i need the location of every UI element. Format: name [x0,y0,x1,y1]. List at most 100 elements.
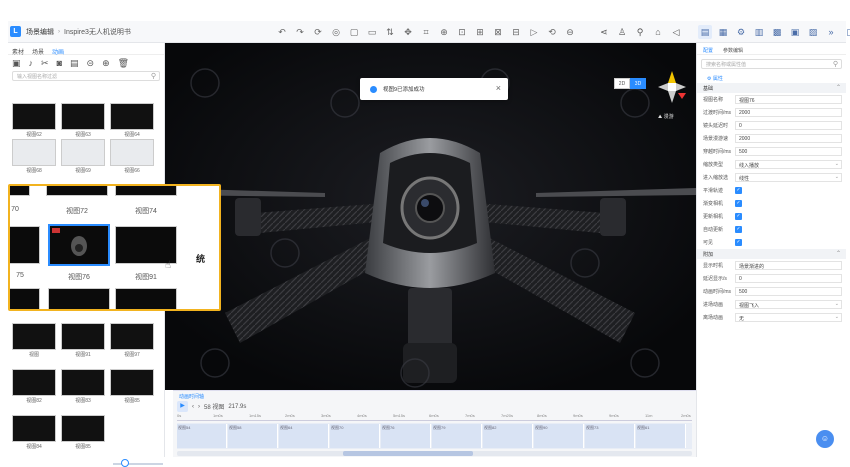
property-value-field[interactable]: 0 [735,121,842,130]
timeline-clip[interactable]: 视图73 [585,424,635,448]
left-action-icon[interactable]: ▣ [12,58,21,69]
timeline-clip[interactable]: 视图61 [636,424,686,448]
property-value-field[interactable]: 线入播放 ⌄ [735,160,842,169]
close-icon[interactable]: × [496,83,501,93]
play-button[interactable]: ▶ [177,401,188,412]
view-thumbnail[interactable] [61,323,105,350]
toolbar-icon[interactable]: ⚙ [734,25,748,39]
timeline-clip[interactable]: 视图54 [177,424,227,448]
toolbar-icon[interactable]: ▢ [348,26,360,38]
property-value-field[interactable]: 500 [735,287,842,296]
walk-mode-button[interactable]: ⛰ 漫游 [658,113,674,120]
right-tab-0[interactable]: 配置 [703,47,713,54]
toolbar-icon[interactable]: ⋖ [598,26,610,38]
property-value-field[interactable]: 500 [735,147,842,156]
toolbar-icon[interactable]: ▭ [366,26,378,38]
property-value-field[interactable]: 2000 [735,134,842,143]
toolbar-icon[interactable]: ⟲ [546,26,558,38]
toolbar-icon[interactable]: ⚲ [634,26,646,38]
chevron-down-icon[interactable]: ⌄ [835,314,839,320]
toolbar-icon[interactable]: ⊟ [510,26,522,38]
toolbar-icon[interactable]: ⇅ [384,26,396,38]
view-thumbnail[interactable] [12,369,56,396]
orientation-gizmo-icon[interactable] [654,69,690,113]
checkbox-checked[interactable]: ✓ [735,213,742,220]
property-value-field[interactable]: 场景渐进的 [735,261,842,270]
toolbar-icon[interactable]: ♙ [616,26,628,38]
toolbar-icon[interactable]: ↷ [294,26,306,38]
search-icon[interactable]: ⚲ [151,72,156,80]
left-action-icon[interactable]: ▤ [70,58,79,69]
view-thumbnail[interactable] [110,323,154,350]
toolbar-icon[interactable]: ◁ [670,26,682,38]
toolbar-icon[interactable]: ⊡ [456,26,468,38]
toolbar-icon[interactable]: ↶ [276,26,288,38]
checkbox-checked[interactable]: ✓ [735,187,742,194]
toolbar-icon[interactable]: ⊞ [474,26,486,38]
view-thumbnail[interactable] [12,415,56,442]
property-value-field[interactable]: 视图飞入 ⌄ [735,300,842,309]
toolbar-icon[interactable]: ▥ [752,25,766,39]
document-title[interactable]: Inspire3无人机说明书 [64,27,131,37]
tab-1[interactable]: 场景 [32,47,44,56]
timeline-track[interactable]: 视图54 视图58 视图64 视图70 视图76 视图79 视图82 视图90 视图73 视图61 [177,423,692,449]
left-action-icon[interactable]: ⊕ [102,58,110,69]
checkbox-checked[interactable]: ✓ [735,200,742,207]
checkbox-checked[interactable]: ✓ [735,226,742,233]
view-thumbnail[interactable] [12,139,56,166]
timeline-tab[interactable]: 动画时间轴 [179,393,204,400]
timeline-ruler[interactable]: 0s 1m0s 1m15s 2m0s 3m0s 4m0s 5m15s 6m0s 7m0s 7m20… [177,413,692,421]
chevron-up-icon[interactable]: ⌃ [836,84,841,91]
slider-handle[interactable] [121,459,129,467]
view-thumbnail[interactable] [12,323,56,350]
view-button-0[interactable]: 2D [614,78,630,89]
right-tab-1[interactable]: 参数编辑 [723,47,743,54]
view-thumbnail[interactable] [61,369,105,396]
help-chat-icon[interactable]: ☺ [816,430,834,448]
timeline-clip[interactable]: 视图76 [381,424,431,448]
timeline-clip[interactable]: 视图82 [483,424,533,448]
timeline-scroll-thumb[interactable] [343,451,473,456]
toolbar-icon[interactable]: ⊕ [438,26,450,38]
toolbar-icon[interactable]: ▣ [788,25,802,39]
left-action-icon[interactable]: 🗑 [118,58,129,69]
toolbar-icon[interactable]: ⌗ [420,26,432,38]
toolbar-icon[interactable]: ⊠ [492,26,504,38]
toolbar-icon[interactable]: ▦ [716,25,730,39]
view-search-input[interactable]: 输入视图名称过滤 ⚲ [12,71,160,81]
left-action-icon[interactable]: ⊝ [87,58,95,69]
next-button[interactable]: › [198,404,200,410]
toolbar-icon[interactable]: ▨ [806,25,820,39]
search-icon[interactable]: ⚲ [833,60,838,68]
view-thumbnail[interactable] [110,103,154,130]
chevron-up-icon[interactable]: ⌃ [836,250,841,257]
property-value-field[interactable]: 2000 [735,108,842,117]
view-thumbnail[interactable] [61,415,105,442]
toolbar-icon[interactable]: ⌂ [652,26,664,38]
toolbar-icon[interactable]: ⊖ [564,26,576,38]
toolbar-icon[interactable]: ✥ [402,26,414,38]
view-thumbnail[interactable] [61,103,105,130]
toolbar-icon[interactable]: ▩ [770,25,784,39]
tab-2[interactable]: 动画 [52,47,64,56]
view-button-1[interactable]: 3D [630,78,646,89]
section-basic[interactable]: 基础 ⌃ [697,83,846,93]
left-action-icon[interactable]: ◙ [57,58,62,68]
timeline-clip[interactable]: 视图64 [279,424,329,448]
property-value-field[interactable]: 视图76 [735,95,842,104]
chevron-down-icon[interactable]: ⌄ [835,301,839,307]
checkbox-checked[interactable]: ✓ [735,239,742,246]
timeline-clip[interactable]: 视图58 [228,424,278,448]
property-value-field[interactable]: 无 ⌄ [735,313,842,322]
left-action-icon[interactable]: ✂ [41,58,49,69]
timeline-clip[interactable]: 视图90 [534,424,584,448]
property-search-input[interactable]: 搜索名称或属性值 ⚲ [701,59,842,69]
tab-0[interactable]: 素材 [12,47,24,56]
timeline-clip[interactable]: 视图70 [330,424,380,448]
properties-link[interactable]: ⚙ 属性 [697,73,846,83]
toolbar-icon[interactable]: ⟳ [312,26,324,38]
prev-button[interactable]: ‹ [192,404,194,410]
property-value-field[interactable]: 线性 ⌄ [735,173,842,182]
toolbar-icon[interactable]: » [824,25,838,39]
property-value-field[interactable]: 0 [735,274,842,283]
